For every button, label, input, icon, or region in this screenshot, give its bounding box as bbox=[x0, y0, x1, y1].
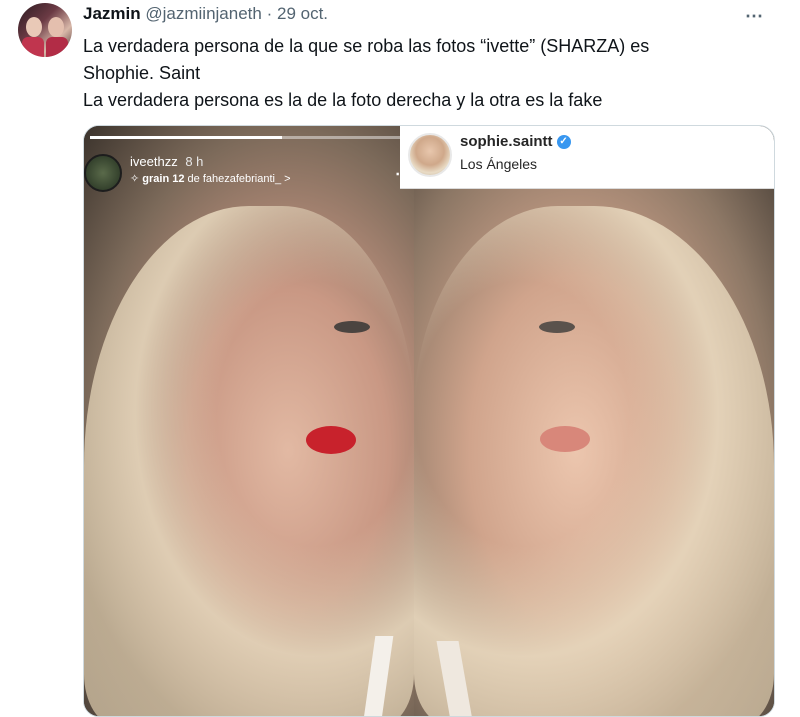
more-options-icon[interactable]: ⋯ bbox=[745, 6, 764, 27]
ig-username-row: sophie.saintt ✓ bbox=[460, 133, 571, 150]
photo-left-eye bbox=[334, 321, 370, 333]
tweet-text-line: La verdadera persona es la de la foto de… bbox=[83, 90, 603, 110]
story-avatar bbox=[84, 154, 122, 192]
avatar-face-right bbox=[48, 17, 64, 37]
ig-username: sophie.saintt bbox=[460, 133, 553, 150]
photo-right-lips bbox=[540, 426, 590, 452]
header-separator: · bbox=[266, 4, 273, 23]
story-user: iveethzz 8 h bbox=[130, 154, 203, 169]
author-name[interactable]: Jazmin bbox=[83, 4, 141, 23]
photo-left-lips bbox=[306, 426, 356, 454]
ig-location: Los Ángeles bbox=[460, 156, 538, 172]
tweet-text: La verdadera persona de la que se roba l… bbox=[83, 33, 773, 114]
tweet-text-line: La verdadera persona de la que se roba l… bbox=[83, 36, 650, 56]
story-username: iveethzz bbox=[130, 154, 178, 169]
avatar-face-left bbox=[26, 17, 42, 37]
photo-right-hair bbox=[414, 206, 774, 716]
ig-avatar bbox=[408, 133, 452, 177]
avatar-shirt-right bbox=[46, 37, 68, 57]
music-icon: ✧ bbox=[130, 173, 140, 185]
story-music: ✧ grain 12 de fahezafebrianti_ > bbox=[130, 172, 291, 185]
avatar-shirt-left bbox=[22, 37, 44, 57]
verified-badge-icon: ✓ bbox=[556, 135, 571, 150]
ig-post-header: sophie.saintt ✓ Los Ángeles bbox=[400, 126, 774, 189]
photo-left-hair bbox=[84, 206, 414, 716]
story-progress-fill bbox=[90, 136, 282, 139]
music-artist: de fahezafebrianti_ bbox=[187, 173, 282, 185]
author-handle[interactable]: @jazmiinjaneth bbox=[145, 4, 261, 23]
story-progress-bar bbox=[90, 136, 410, 139]
tweet-header: Jazmin @jazmiinjaneth · 29 oct. bbox=[83, 4, 328, 24]
chevron-right-icon: > bbox=[284, 173, 291, 185]
tweet-media[interactable]: iveethzz 8 h ✧ grain 12 de fahezafebrian… bbox=[83, 125, 775, 717]
author-avatar[interactable] bbox=[18, 3, 72, 57]
story-time: 8 h bbox=[185, 154, 204, 169]
photo-right-eye bbox=[539, 321, 575, 333]
tweet-date[interactable]: 29 oct. bbox=[277, 4, 328, 23]
tweet-text-line: Shophie. Saint bbox=[83, 63, 201, 83]
music-title: grain 12 bbox=[142, 173, 185, 185]
